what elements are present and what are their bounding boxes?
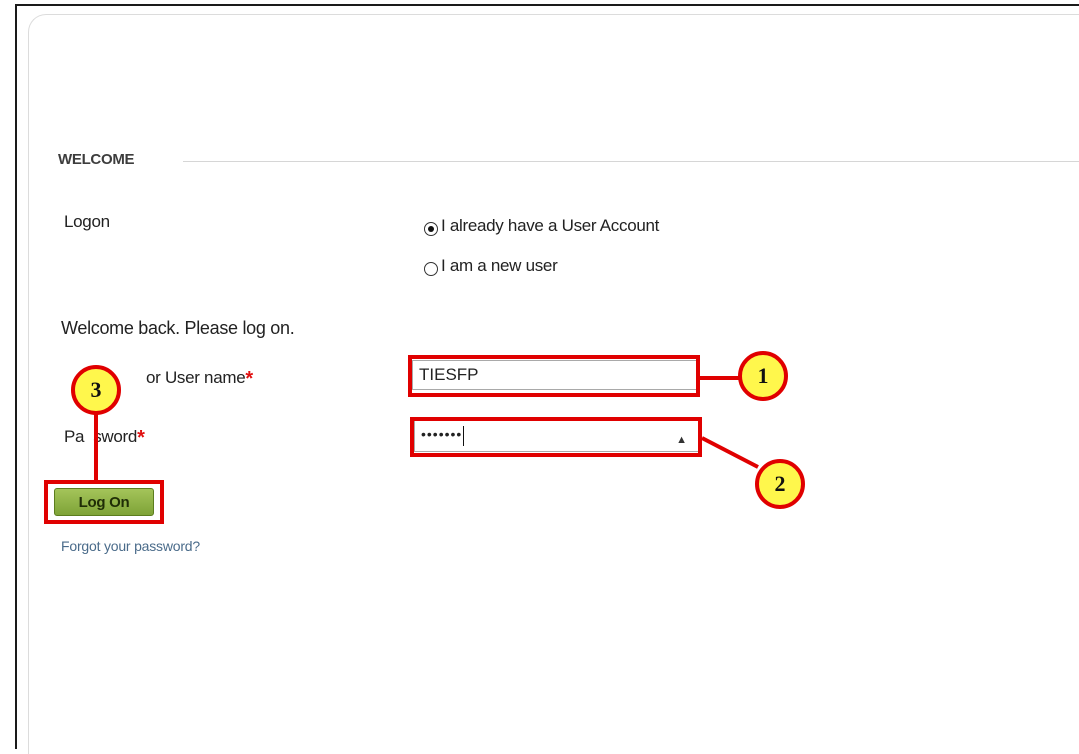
username-label: or User name*: [146, 366, 253, 390]
password-label: Pa sword*: [64, 425, 145, 449]
username-label-text: or User name: [146, 368, 246, 387]
log-on-button[interactable]: Log On: [54, 488, 154, 516]
radio-new-user-label[interactable]: I am a new user: [441, 256, 558, 276]
required-marker: *: [137, 427, 145, 449]
required-marker: *: [245, 368, 253, 390]
password-mask: •••••••: [421, 426, 463, 442]
callout-2: 2: [755, 459, 805, 509]
radio-existing-account-label[interactable]: I already have a User Account: [441, 216, 659, 236]
username-value: TIESFP: [419, 365, 479, 384]
password-input[interactable]: ••••••• ▲: [414, 420, 700, 452]
password-label-start: Pa: [64, 427, 85, 446]
logon-label: Logon: [64, 212, 110, 231]
section-divider: [183, 161, 1079, 162]
section-heading: WELCOME: [58, 151, 135, 168]
forgot-password-link[interactable]: Forgot your password?: [61, 538, 200, 554]
reveal-password-icon[interactable]: ▲: [676, 426, 687, 454]
password-label-end: sword: [93, 427, 138, 446]
radio-existing-account[interactable]: [424, 222, 438, 236]
callout-3: 3: [71, 365, 121, 415]
radio-new-user[interactable]: [424, 262, 438, 276]
welcome-back-message: Welcome back. Please log on.: [61, 318, 295, 338]
text-cursor: [463, 425, 465, 446]
callout-1: 1: [738, 351, 788, 401]
username-input[interactable]: TIESFP: [412, 360, 698, 390]
